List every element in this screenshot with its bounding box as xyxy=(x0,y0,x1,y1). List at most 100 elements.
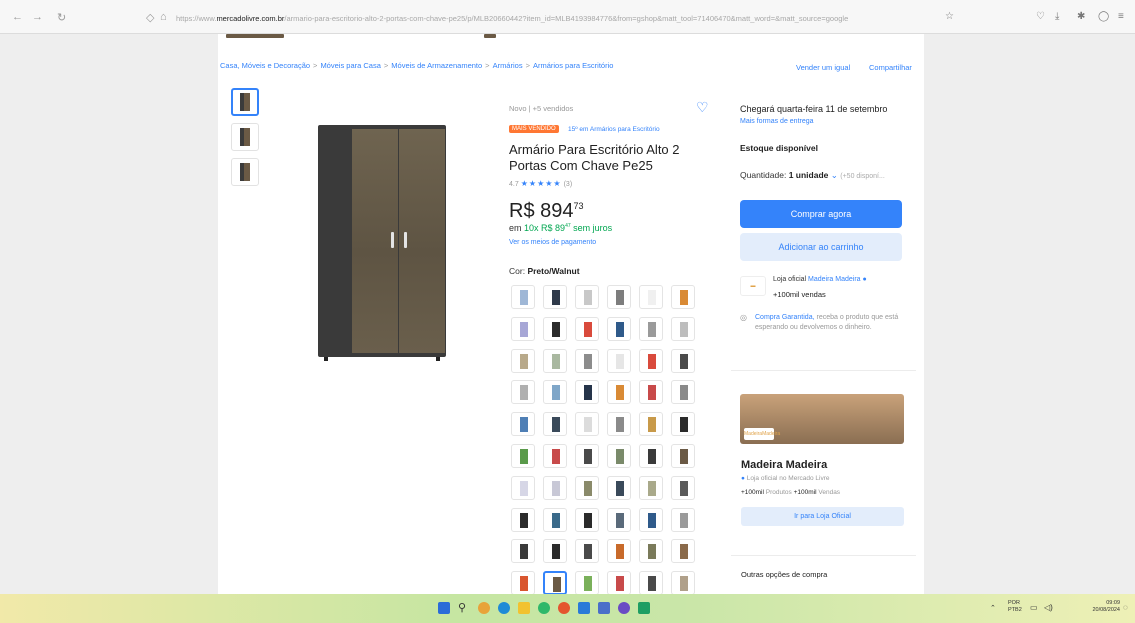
language-indicator[interactable]: POR PTB2 xyxy=(1008,600,1022,614)
color-swatch[interactable] xyxy=(543,507,567,532)
menu-icon[interactable]: ≡ xyxy=(1118,11,1124,22)
color-swatch[interactable] xyxy=(511,571,535,596)
color-swatch[interactable] xyxy=(639,507,663,532)
start-icon[interactable] xyxy=(438,602,450,614)
forward-icon[interactable]: → xyxy=(32,11,43,23)
other-purchase-options[interactable]: Outras opções de compra xyxy=(741,570,827,579)
color-swatch[interactable] xyxy=(575,316,599,341)
back-icon[interactable]: ← xyxy=(12,11,23,23)
color-swatch[interactable] xyxy=(671,285,695,309)
store-name[interactable]: Madeira Madeira xyxy=(741,459,827,471)
color-swatch[interactable] xyxy=(511,507,535,532)
color-swatch[interactable] xyxy=(511,348,535,373)
extensions-icon[interactable]: ✱ xyxy=(1077,11,1085,22)
color-swatch[interactable] xyxy=(575,380,599,405)
color-swatch[interactable] xyxy=(543,348,567,373)
breadcrumb-item[interactable]: Móveis de Armazenamento xyxy=(391,61,482,70)
color-swatch[interactable] xyxy=(607,507,631,532)
color-swatch[interactable] xyxy=(671,507,695,532)
color-swatch[interactable] xyxy=(511,444,535,468)
breadcrumb-item[interactable]: Móveis para Casa xyxy=(320,61,380,70)
chevron-up-icon[interactable]: ⌃ xyxy=(990,604,996,612)
color-swatch[interactable] xyxy=(511,316,535,341)
color-swatch[interactable] xyxy=(671,444,695,468)
color-swatch[interactable] xyxy=(639,444,663,468)
category-rank-link[interactable]: 15º em Armários para Escritório xyxy=(568,126,660,133)
seller-name-link[interactable]: Madeira Madeira xyxy=(808,276,861,283)
seller-logo[interactable]: ▬ xyxy=(740,276,766,296)
widgets-icon[interactable] xyxy=(478,602,490,614)
color-swatch[interactable] xyxy=(575,444,599,468)
color-swatch[interactable] xyxy=(575,285,599,309)
color-swatch[interactable] xyxy=(639,475,663,500)
color-swatch[interactable] xyxy=(543,412,567,437)
rating[interactable]: 4.7 ★★★★★ (3) xyxy=(509,179,572,188)
color-swatch[interactable] xyxy=(639,380,663,405)
color-swatch[interactable] xyxy=(607,412,631,437)
color-swatch[interactable] xyxy=(639,571,663,596)
mail-icon[interactable] xyxy=(598,602,610,614)
gallery-thumbnail[interactable] xyxy=(231,123,259,151)
breadcrumb-item[interactable]: Armários para Escritório xyxy=(533,61,613,70)
color-swatch[interactable] xyxy=(543,475,567,500)
color-swatch[interactable] xyxy=(671,380,695,405)
color-swatch[interactable] xyxy=(671,571,695,596)
color-swatch[interactable] xyxy=(607,444,631,468)
breadcrumb-item[interactable]: Casa, Móveis e Decoração xyxy=(220,61,310,70)
color-swatch[interactable] xyxy=(511,380,535,405)
color-swatch[interactable] xyxy=(639,285,663,309)
color-swatch[interactable] xyxy=(511,475,535,500)
color-swatch[interactable] xyxy=(575,412,599,437)
color-swatch[interactable] xyxy=(671,348,695,373)
favorite-heart-icon[interactable]: ♡ xyxy=(696,99,709,116)
chrome-icon[interactable] xyxy=(538,602,550,614)
address-bar[interactable]: https://www.mercadolivre.com.br/armario-… xyxy=(176,14,936,23)
bookmark-star-icon[interactable]: ☆ xyxy=(945,11,954,22)
color-swatch[interactable] xyxy=(639,412,663,437)
file-explorer-icon[interactable] xyxy=(518,602,530,614)
firefox-icon[interactable] xyxy=(558,602,570,614)
edge-icon[interactable] xyxy=(498,602,510,614)
shield-icon[interactable]: ◇ xyxy=(146,11,154,24)
color-swatch[interactable] xyxy=(575,348,599,373)
store-icon[interactable] xyxy=(578,602,590,614)
color-swatch[interactable] xyxy=(607,571,631,596)
go-to-store-button[interactable]: Ir para Loja Oficial xyxy=(741,507,904,526)
reload-icon[interactable]: ↻ xyxy=(57,11,66,24)
color-swatch[interactable] xyxy=(543,380,567,405)
clock[interactable]: 09:09 20/08/2024 xyxy=(1070,600,1120,614)
color-swatch[interactable] xyxy=(671,412,695,437)
color-swatch[interactable] xyxy=(671,316,695,341)
color-swatch[interactable] xyxy=(607,316,631,341)
color-swatch[interactable] xyxy=(639,316,663,341)
color-swatch[interactable] xyxy=(575,571,599,596)
gallery-thumbnail[interactable] xyxy=(231,88,259,116)
network-icon[interactable]: ▭ xyxy=(1030,603,1038,612)
payment-methods-link[interactable]: Ver os meios de pagamento xyxy=(509,239,596,246)
sell-similar-link[interactable]: Vender um igual xyxy=(796,63,850,72)
color-swatch[interactable] xyxy=(511,412,535,437)
buy-now-button[interactable]: Comprar agora xyxy=(740,200,902,228)
color-swatch[interactable] xyxy=(543,285,567,309)
color-swatch[interactable] xyxy=(511,539,535,564)
quantity-selector[interactable]: Quantidade: 1 unidade ⌄ (+50 disponí... xyxy=(740,170,885,181)
color-swatch[interactable] xyxy=(607,380,631,405)
download-icon[interactable]: ⤓ xyxy=(1055,11,1059,22)
share-link[interactable]: Compartilhar xyxy=(869,63,912,72)
search-icon[interactable]: ⚲ xyxy=(458,602,470,614)
add-to-cart-button[interactable]: Adicionar ao carrinho xyxy=(740,233,902,261)
color-swatch[interactable] xyxy=(639,539,663,564)
color-swatch[interactable] xyxy=(543,444,567,468)
volume-icon[interactable]: ◁) xyxy=(1044,603,1053,612)
color-swatch[interactable] xyxy=(671,539,695,564)
color-swatch[interactable] xyxy=(607,285,631,309)
color-swatch[interactable] xyxy=(607,348,631,373)
pocket-icon[interactable]: ♡ xyxy=(1036,11,1045,22)
notification-icon[interactable]: ◌ xyxy=(1123,603,1128,612)
gallery-thumbnail[interactable] xyxy=(231,158,259,186)
color-swatch[interactable] xyxy=(607,539,631,564)
color-swatch[interactable] xyxy=(607,475,631,500)
account-icon[interactable]: ◯ xyxy=(1098,11,1109,22)
color-swatch[interactable] xyxy=(575,539,599,564)
color-swatch[interactable] xyxy=(575,507,599,532)
